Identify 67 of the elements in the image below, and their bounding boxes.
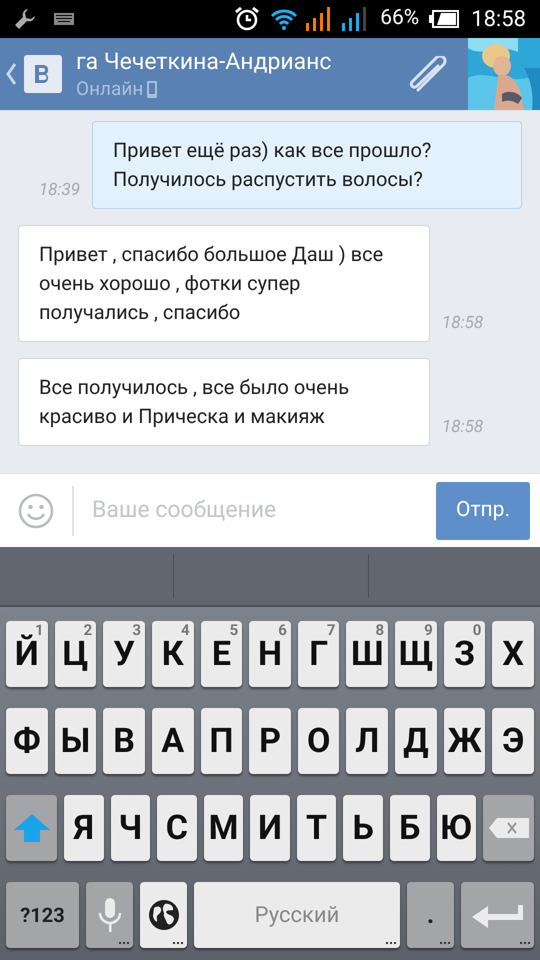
number-hint: 5 <box>230 621 238 639</box>
number-hint: 8 <box>376 621 384 639</box>
alarm-clock-icon <box>234 6 260 32</box>
letter-key[interactable]: Э <box>492 708 534 774</box>
number-hint: 1 <box>35 621 44 639</box>
number-hint: 9 <box>424 621 433 639</box>
letter-key[interactable]: Ю <box>436 795 476 861</box>
letter-key[interactable]: А <box>152 708 194 774</box>
number-hint: 4 <box>180 621 190 639</box>
incoming-message: Привет , спасибо большое Даш ) все очень хорошо , фотки супер получались , спасибо <box>18 225 430 342</box>
phone-icon <box>147 80 158 98</box>
mic-key[interactable] <box>86 882 133 948</box>
letter-key[interactable]: Я <box>64 795 104 861</box>
enter-key[interactable] <box>461 882 534 948</box>
smiley-icon[interactable] <box>18 492 54 528</box>
enter-icon <box>472 902 524 928</box>
number-hint: 3 <box>132 621 141 639</box>
app-logo <box>24 55 62 93</box>
letter-key[interactable]: П <box>200 708 242 774</box>
globe-icon <box>148 899 180 931</box>
backspace-key[interactable] <box>483 795 534 861</box>
backspace-icon <box>488 818 529 838</box>
online-status: Онлайн <box>76 77 144 101</box>
letter-key[interactable]: Ы <box>54 708 96 774</box>
letter-key[interactable]: И <box>250 795 290 861</box>
message-time: 18:58 <box>442 416 484 438</box>
more-icon <box>386 942 396 945</box>
wifi-icon <box>270 8 298 30</box>
letter-key[interactable]: Т <box>296 795 336 861</box>
clock: 18:58 <box>471 6 526 34</box>
more-icon <box>119 942 129 945</box>
message-time: 18:39 <box>38 178 80 202</box>
letter-key[interactable]: Б <box>390 795 430 861</box>
letter-key[interactable]: Ж <box>444 708 486 774</box>
message-input[interactable]: Ваше сообщение <box>92 493 436 528</box>
number-hint: 6 <box>278 621 287 639</box>
number-hint: 7 <box>326 621 336 639</box>
language-key[interactable] <box>140 882 187 948</box>
back-icon[interactable] <box>6 63 16 85</box>
letter-key[interactable]: В <box>103 708 145 774</box>
letter-key[interactable]: Д <box>395 708 437 774</box>
wrench-icon <box>14 8 36 30</box>
number-hint: 0 <box>472 621 482 639</box>
more-icon <box>520 942 530 945</box>
number-hint: 2 <box>84 621 92 639</box>
letter-key[interactable]: Ф <box>6 708 48 774</box>
letter-key[interactable]: О <box>298 708 340 774</box>
letter-key[interactable]: М <box>204 795 244 861</box>
symbols-key[interactable]: ?123 <box>6 882 79 948</box>
microphone-icon <box>98 898 122 932</box>
period-key[interactable]: . <box>407 882 454 948</box>
keyboard-icon <box>54 13 74 25</box>
outgoing-message: Привет ещё раз) как все прошло? Получилось распустить волосы? <box>92 121 522 209</box>
incoming-message: Все получилось , все было очень красиво и Прическа и макияж <box>18 358 430 446</box>
chat-title: га Чечеткина-Андрианс <box>76 47 332 77</box>
battery-percent: 66% <box>380 5 420 32</box>
message-time: 18:58 <box>442 312 484 334</box>
more-icon <box>173 942 183 945</box>
letter-key[interactable]: Ь <box>343 795 383 861</box>
letter-key[interactable]: Ч <box>110 795 150 861</box>
letter-key[interactable]: С <box>157 795 197 861</box>
letter-key[interactable]: Х <box>492 621 534 687</box>
more-icon <box>440 942 450 945</box>
battery-icon <box>429 10 460 28</box>
letter-key[interactable]: Р <box>249 708 291 774</box>
arrow-up-icon <box>14 814 50 842</box>
letter-key[interactable]: Л <box>346 708 388 774</box>
